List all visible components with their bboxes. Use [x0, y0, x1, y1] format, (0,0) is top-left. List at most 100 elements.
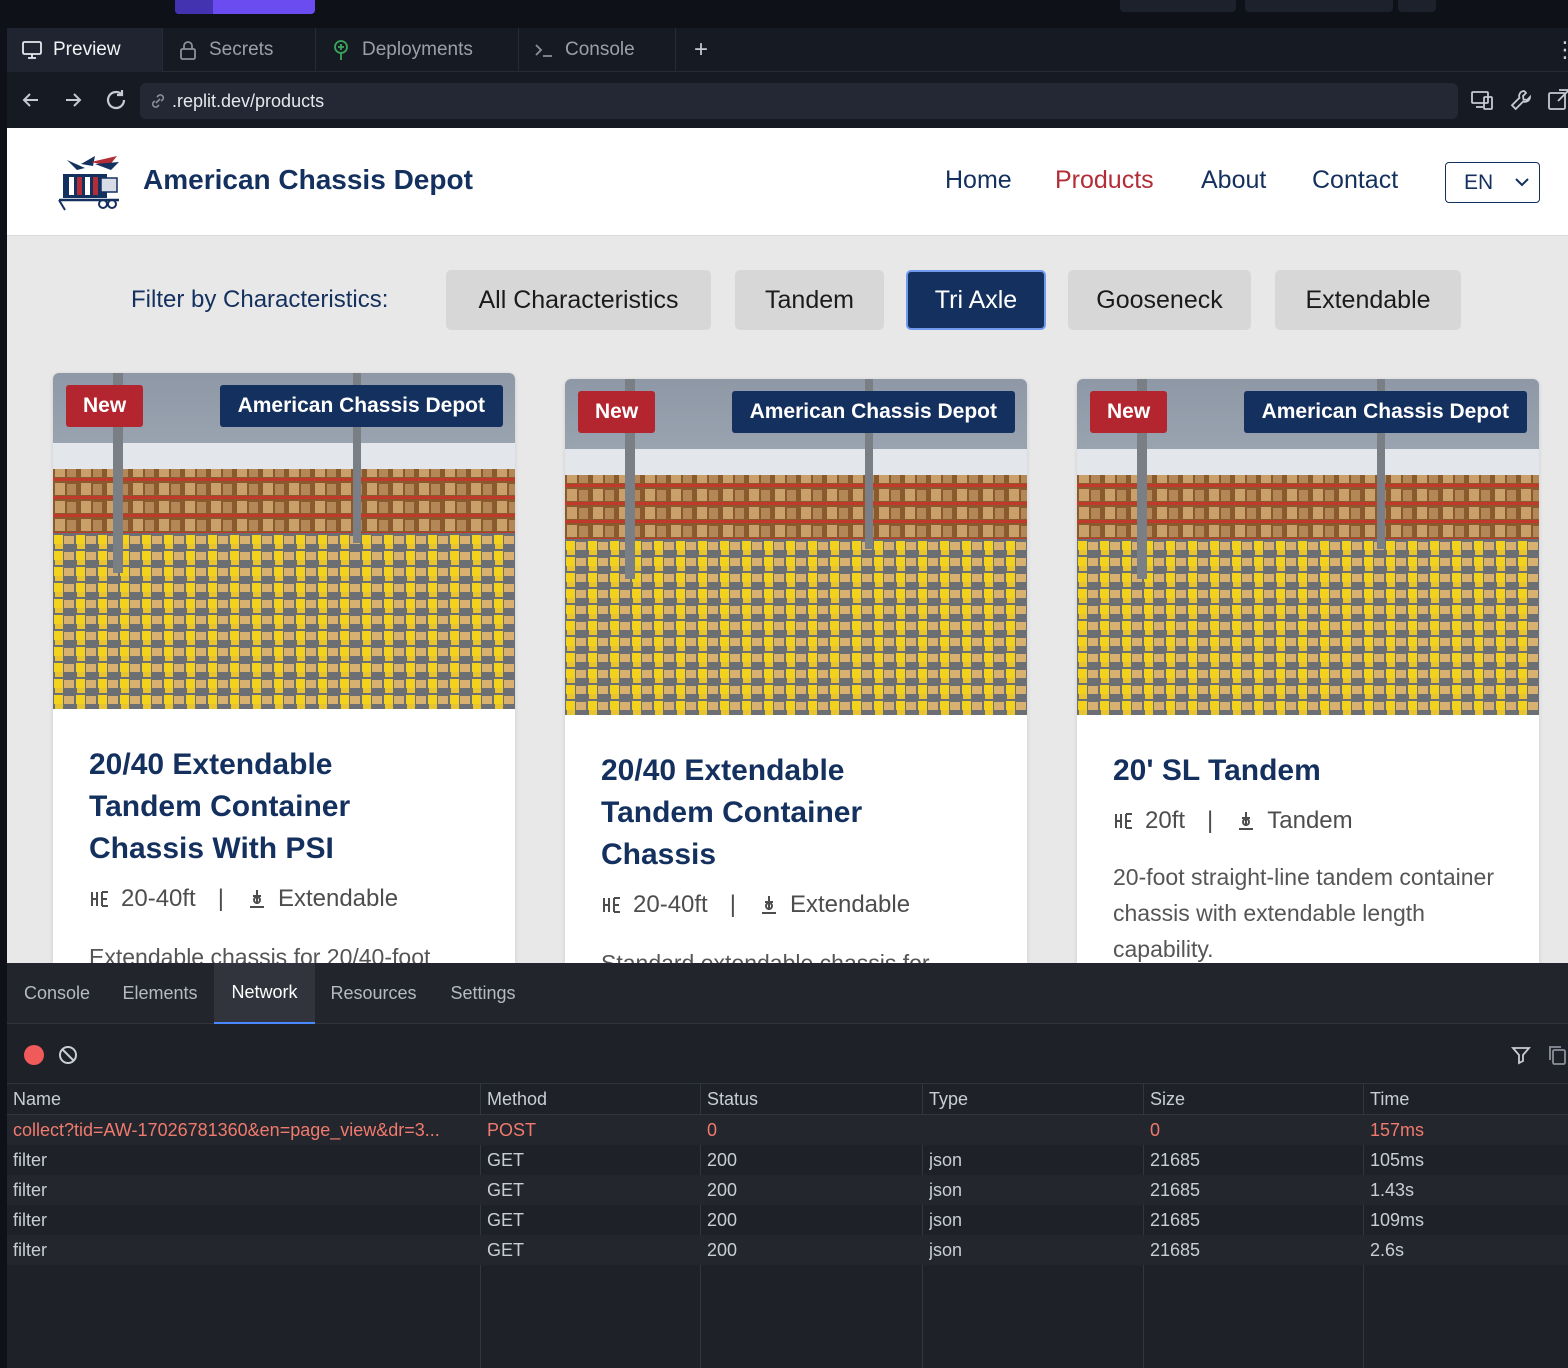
tab-secrets[interactable]: Secrets: [163, 28, 316, 72]
tab-label: Secrets: [209, 39, 274, 60]
title-line: 20' SL Tandem: [1113, 754, 1321, 787]
devtools-tab-settings[interactable]: Settings: [432, 963, 534, 1024]
title-line: 20/40 Extendable: [89, 748, 333, 781]
title-line: 20/40 Extendable: [601, 754, 845, 787]
nav-contact[interactable]: Contact: [1312, 166, 1398, 195]
brand-badge: American Chassis Depot: [219, 385, 503, 427]
column-header-time[interactable]: Time: [1370, 1084, 1409, 1114]
devtools-tab-elements[interactable]: Elements: [107, 963, 213, 1024]
clear-icon[interactable]: [57, 1044, 79, 1066]
product-specs: 20-40ft | Extendable: [89, 885, 398, 913]
product-type: Extendable: [277, 885, 399, 912]
preview-viewport: American Chassis Depot Home Products Abo…: [7, 128, 1568, 963]
table-row[interactable]: filter GET 200 json 21685 109ms: [7, 1205, 1568, 1235]
request-time: 2.6s: [1370, 1240, 1405, 1260]
request-name: filter: [13, 1150, 48, 1170]
devtools-tab-console[interactable]: Console: [7, 963, 107, 1024]
product-size: 20-40ft: [121, 885, 196, 912]
filter-tandem[interactable]: Tandem: [735, 270, 884, 330]
filter-extendable[interactable]: Extendable: [1275, 270, 1461, 330]
wrench-icon[interactable]: [1507, 86, 1535, 114]
tab-menu-button[interactable]: ⋮: [1554, 36, 1568, 64]
brand-badge: American Chassis Depot: [1243, 391, 1527, 433]
nav-products[interactable]: Products: [1055, 166, 1154, 195]
request-name: collect?tid=AW-17026781360&en=page_view&…: [13, 1120, 440, 1140]
deploy-control[interactable]: [1245, 0, 1393, 12]
request-time: 1.43s: [1370, 1180, 1415, 1200]
nav-home[interactable]: Home: [945, 166, 1012, 195]
title-line: Tandem Container: [89, 790, 351, 823]
spec-separator: |: [729, 891, 736, 918]
product-specs: 20ft | Tandem: [1113, 807, 1353, 835]
product-image[interactable]: New American Chassis Depot: [53, 373, 515, 709]
open-external-icon[interactable]: [1545, 86, 1568, 114]
back-icon[interactable]: [15, 84, 47, 116]
url-input[interactable]: .replit.dev/products: [140, 83, 1458, 119]
table-row[interactable]: collect?tid=AW-17026781360&en=page_view&…: [7, 1115, 1568, 1145]
devices-icon[interactable]: [1469, 86, 1497, 114]
product-size: 20ft: [1145, 807, 1186, 834]
forward-icon[interactable]: [57, 84, 89, 116]
nav-about[interactable]: About: [1201, 166, 1266, 195]
tab-label: Console: [565, 39, 635, 60]
reload-icon[interactable]: [100, 84, 132, 116]
ide-tab-bar: Preview Secrets Deployments Console + ⋮: [7, 28, 1568, 72]
product-type: Tandem: [1267, 807, 1353, 834]
language-select[interactable]: EN: [1445, 162, 1540, 203]
terminal-icon: [535, 44, 552, 57]
filter-all-characteristics[interactable]: All Characteristics: [446, 270, 711, 330]
table-row[interactable]: filter GET 200 json 21685 2.6s: [7, 1235, 1568, 1265]
request-size: 21685: [1150, 1150, 1201, 1170]
new-badge: New: [578, 391, 656, 433]
column-header-name[interactable]: Name: [13, 1084, 61, 1114]
request-size: 21685: [1150, 1180, 1201, 1200]
table-row[interactable]: filter GET 200 json 21685 105ms: [7, 1145, 1568, 1175]
product-card[interactable]: New American Chassis Depot 20/40 Extenda…: [565, 379, 1027, 963]
filter-icon[interactable]: [1510, 1044, 1532, 1066]
preview-url-bar: .replit.dev/products: [7, 72, 1568, 128]
product-title[interactable]: 20/40 Extendable Tandem Container Chassi…: [601, 750, 862, 876]
table-row[interactable]: filter GET 200 json 21685 1.43s: [7, 1175, 1568, 1205]
column-header-size[interactable]: Size: [1150, 1084, 1185, 1114]
product-card[interactable]: New American Chassis Depot 20' SL Tandem…: [1077, 379, 1539, 963]
product-specs: 20-40ft | Extendable: [601, 891, 910, 919]
tab-console[interactable]: Console: [519, 28, 676, 72]
run-button-icon: [175, 0, 213, 14]
tab-label: Preview: [53, 39, 121, 60]
deploy-icon: [334, 40, 348, 60]
record-button[interactable]: [24, 1045, 44, 1065]
company-logo[interactable]: [55, 152, 121, 212]
request-status: 200: [707, 1180, 738, 1200]
filter-tri-axle[interactable]: Tri Axle: [906, 270, 1046, 330]
brand-name[interactable]: American Chassis Depot: [143, 164, 473, 196]
language-value: EN: [1464, 170, 1494, 194]
tab-label: Deployments: [362, 39, 473, 60]
network-toolbar: [7, 1024, 1568, 1084]
table-header: Name Method Status Type Size Time: [7, 1084, 1568, 1115]
product-type: Extendable: [789, 891, 911, 918]
product-image[interactable]: New American Chassis Depot: [1077, 379, 1539, 715]
product-card[interactable]: New American Chassis Depot 20/40 Extenda…: [53, 373, 515, 963]
title-line: Tandem Container: [601, 796, 863, 829]
column-header-status[interactable]: Status: [707, 1084, 758, 1114]
devtools-tab-network[interactable]: Network: [214, 963, 315, 1024]
product-title[interactable]: 20/40 Extendable Tandem Container Chassi…: [89, 744, 350, 870]
column-header-type[interactable]: Type: [929, 1084, 968, 1114]
tab-preview[interactable]: Preview: [7, 28, 163, 72]
top-control-small[interactable]: [1398, 0, 1436, 12]
devtools-tab-resources[interactable]: Resources: [315, 963, 432, 1024]
add-tab-button[interactable]: +: [687, 36, 715, 64]
column-header-method[interactable]: Method: [487, 1084, 547, 1114]
copy-icon[interactable]: [1547, 1044, 1567, 1066]
product-image[interactable]: New American Chassis Depot: [565, 379, 1027, 715]
devtools-tabs: Console Elements Network Resources Setti…: [7, 963, 1568, 1024]
request-time: 157ms: [1370, 1120, 1425, 1140]
new-badge: New: [66, 385, 144, 427]
tab-deployments[interactable]: Deployments: [316, 28, 519, 72]
site-header: American Chassis Depot Home Products Abo…: [7, 128, 1568, 236]
filter-gooseneck[interactable]: Gooseneck: [1068, 270, 1251, 330]
request-time: 105ms: [1370, 1150, 1425, 1170]
axle-icon: [1239, 812, 1254, 830]
product-title[interactable]: 20' SL Tandem: [1113, 750, 1321, 792]
top-control[interactable]: [1120, 0, 1236, 12]
